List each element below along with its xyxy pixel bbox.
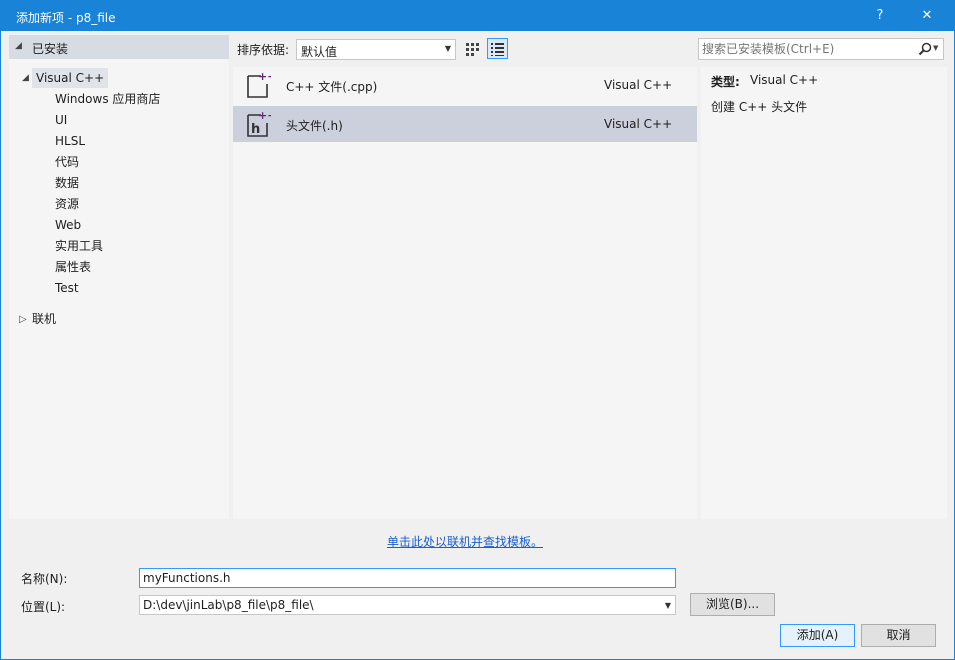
tree-item-hlsl[interactable]: HLSL [55, 131, 85, 151]
tree-item-web[interactable]: Web [55, 215, 81, 235]
tree-item-visual-cpp[interactable]: Visual C++ [32, 68, 109, 88]
grid-view-icon [466, 43, 479, 56]
expand-arrow-icon[interactable]: ▷ [19, 314, 27, 325]
tree-item-label: 属性表 [55, 260, 92, 274]
search-icon[interactable] [917, 41, 933, 57]
title-bar: 添加新项 - p8_file ? ✕ [1, 1, 954, 31]
expand-arrow-icon[interactable]: ◢ [22, 73, 29, 83]
tree-item-ui[interactable]: UI [55, 110, 67, 130]
cancel-button[interactable]: 取消 [861, 624, 936, 647]
tree-item-label: Test [55, 281, 79, 295]
svg-text:++: ++ [258, 110, 271, 122]
sort-by-value: 默认值 [301, 45, 338, 59]
window-title: 添加新项 - p8_file [16, 11, 116, 25]
svg-text:h: h [251, 122, 260, 137]
template-item-header[interactable]: h ++ 头文件(.h) Visual C++ [233, 106, 697, 142]
close-button[interactable]: ✕ [904, 1, 950, 31]
search-options-dropdown-icon[interactable]: ▼ [933, 44, 938, 52]
location-select[interactable]: D:\dev\jinLab\p8_file\p8_file\ ▼ [139, 595, 676, 615]
header-file-icon: h ++ [247, 110, 271, 137]
chevron-down-icon: ▼ [444, 44, 451, 53]
browse-button[interactable]: 浏览(B)... [690, 593, 775, 616]
add-button[interactable]: 添加(A) [780, 624, 855, 647]
template-list: ++ C++ 文件(.cpp) Visual C++ h ++ 头文件(.h) … [233, 67, 697, 519]
tree-item-label: 资源 [55, 197, 80, 211]
tree-item-property-sheets[interactable]: 属性表 [55, 257, 91, 277]
tree-item-resources[interactable]: 资源 [55, 194, 79, 214]
tree-item-label: 联机 [32, 312, 57, 326]
tree-item-label: 数据 [55, 176, 80, 190]
template-language: Visual C++ [604, 78, 673, 92]
template-language: Visual C++ [604, 117, 673, 131]
tree-item-label: Windows 应用商店 [55, 92, 161, 106]
info-type-value: Visual C++ [750, 73, 819, 87]
info-type-label: 类型: [711, 75, 740, 89]
template-name: C++ 文件(.cpp) [286, 80, 378, 94]
tree-item-label: UI [55, 113, 68, 127]
tree-installed-label: 已安装 [32, 42, 69, 56]
tree-item-code[interactable]: 代码 [55, 152, 79, 172]
tree-item-data[interactable]: 数据 [55, 173, 79, 193]
tree-installed-header[interactable]: ◢ 已安装 [9, 35, 229, 59]
tree-item-online[interactable]: 联机 [32, 309, 56, 329]
tree-item-windows-store[interactable]: Windows 应用商店 [55, 89, 160, 109]
grid-view-button[interactable] [462, 38, 483, 59]
tree-item-label: HLSL [55, 134, 86, 148]
tree-item-label: Visual C++ [36, 71, 105, 85]
name-input[interactable] [139, 568, 676, 588]
find-templates-online-link[interactable]: 单击此处以联机并查找模板。 [387, 533, 543, 550]
tree-item-utilities[interactable]: 实用工具 [55, 236, 103, 256]
name-label: 名称(N): [21, 572, 68, 586]
location-label: 位置(L): [21, 600, 66, 614]
svg-text:++: ++ [258, 71, 271, 83]
search-input[interactable] [702, 41, 912, 57]
collapse-arrow-icon[interactable]: ◢ [15, 41, 22, 51]
add-new-item-dialog: 添加新项 - p8_file ? ✕ ◢ 已安装 ◢ Visual C++ Wi… [0, 0, 955, 660]
info-description: 创建 C++ 头文件 [711, 100, 808, 114]
tree-item-label: 实用工具 [55, 239, 104, 253]
list-view-button[interactable] [487, 38, 508, 59]
template-category-tree: ◢ 已安装 ◢ Visual C++ Windows 应用商店 UI HLSL … [9, 35, 229, 519]
tree-item-label: 代码 [55, 155, 80, 169]
sort-by-select[interactable]: 默认值 ▼ [296, 39, 456, 60]
tree-item-test[interactable]: Test [55, 278, 79, 298]
template-search-box[interactable]: ▼ [698, 38, 944, 60]
sort-by-label: 排序依据: [237, 43, 290, 57]
chevron-down-icon[interactable]: ▼ [665, 601, 671, 610]
template-item-cpp[interactable]: ++ C++ 文件(.cpp) Visual C++ [233, 67, 697, 103]
template-info-panel: 类型: Visual C++ 创建 C++ 头文件 [701, 67, 947, 519]
help-button[interactable]: ? [857, 1, 903, 31]
list-view-icon [491, 43, 504, 56]
cpp-file-icon: ++ [247, 71, 271, 98]
template-name: 头文件(.h) [286, 119, 343, 133]
location-value: D:\dev\jinLab\p8_file\p8_file\ [143, 598, 314, 612]
tree-item-label: Web [55, 218, 82, 232]
